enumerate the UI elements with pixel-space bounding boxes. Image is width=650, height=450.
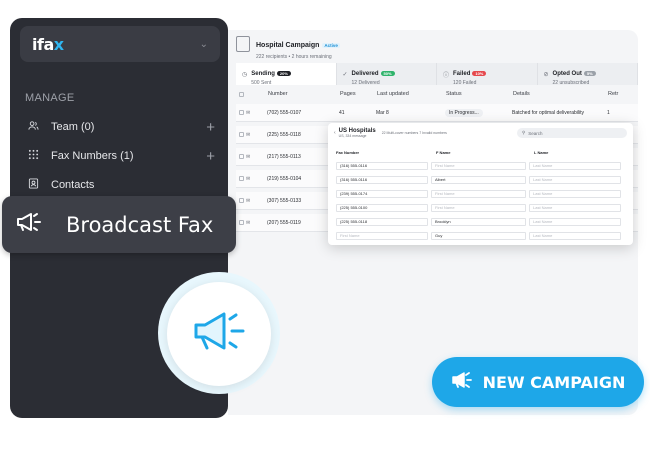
- clock-icon: ◷: [242, 71, 248, 78]
- megaphone-badge: [167, 282, 271, 386]
- sidebar-item-fax-numbers[interactable]: Fax Numbers (1) +: [25, 145, 215, 167]
- list-item[interactable]: (225) 555-0118 Brooklyn Last Name: [336, 216, 628, 227]
- campaign-header: Hospital Campaign Active 222 recipients •…: [236, 34, 340, 60]
- chevron-down-icon[interactable]: ⌄: [200, 39, 208, 50]
- dialog-subtitle: US, 334 message: [338, 134, 367, 138]
- sidebar-item-label: Fax Numbers (1): [51, 150, 134, 162]
- row-checkbox[interactable]: [239, 176, 244, 181]
- status-tabs: ◷ Sending 20% 500 Sent ✓ Delivered 50% 12 De…: [236, 63, 638, 86]
- fax-icon: ✉: [246, 109, 251, 116]
- dialog-header: ‹ US Hospitals US, 334 message 22 Multi-…: [334, 128, 627, 138]
- ifax-logo: ifax: [32, 34, 64, 54]
- status-pill: In Progress...: [445, 108, 483, 117]
- info-icon: ⓘ: [443, 72, 450, 79]
- sidebar-item-label: Contacts: [51, 179, 95, 191]
- opt-out-icon: ⊘: [543, 71, 549, 78]
- campaign-title: Hospital Campaign: [256, 42, 320, 49]
- contacts-icon: [25, 178, 41, 192]
- list-item[interactable]: First Name Guy Last Name: [336, 230, 628, 241]
- list-item[interactable]: (316) 555-0116 Albert Last Name: [336, 174, 628, 185]
- document-icon: [236, 36, 250, 52]
- sidebar-item-contacts[interactable]: Contacts: [25, 174, 215, 196]
- tab-delivered[interactable]: ✓ Delivered 50% 12 Delivered: [336, 63, 437, 86]
- keypad-icon: [25, 149, 41, 163]
- new-campaign-button[interactable]: NEW CAMPAIGN: [432, 357, 644, 407]
- sidebar-item-team[interactable]: Team (0) +: [25, 116, 215, 138]
- sidebar-item-broadcast-fax[interactable]: Broadcast Fax: [2, 196, 236, 253]
- recipient-list-dialog: ‹ US Hospitals US, 334 message 22 Multi-…: [328, 123, 633, 245]
- sidebar-item-label: Team (0): [51, 121, 95, 133]
- list-item[interactable]: (316) 555-0116 First Name Last Name: [336, 160, 628, 171]
- table-row[interactable]: ✉ (702) 555-0107 41 Mar 8 In Progress...…: [236, 104, 638, 122]
- back-icon[interactable]: ‹: [334, 130, 336, 136]
- megaphone-icon: [451, 371, 473, 394]
- section-label-manage: MANAGE: [25, 92, 75, 104]
- tab-badge: 5%: [583, 71, 596, 76]
- fax-icon: ✉: [246, 175, 251, 182]
- check-circle-icon: ✓: [342, 71, 348, 78]
- row-checkbox[interactable]: [239, 198, 244, 203]
- row-checkbox[interactable]: [239, 154, 244, 159]
- row-checkbox[interactable]: [239, 110, 244, 115]
- tab-failed[interactable]: ⓘ Failed 10% 120 Failed: [437, 63, 538, 86]
- team-icon: [25, 120, 41, 134]
- add-fax-number-icon[interactable]: +: [206, 148, 215, 165]
- tab-sending[interactable]: ◷ Sending 20% 500 Sent: [236, 63, 337, 86]
- campaign-subtitle: 222 recipients • 2 hours remaining: [256, 54, 332, 60]
- workspace-switcher[interactable]: ifax ⌄: [20, 26, 220, 62]
- fax-icon: ✉: [246, 219, 251, 226]
- dialog-note: 22 Multi-cover numbers 7 Invalid numbers: [381, 131, 447, 135]
- add-team-icon[interactable]: +: [206, 119, 215, 136]
- tab-badge: 10%: [472, 71, 487, 76]
- megaphone-icon: [190, 309, 248, 360]
- fax-icon: ✉: [246, 197, 251, 204]
- sidebar-item-label: Broadcast Fax: [66, 212, 214, 237]
- select-all-checkbox[interactable]: [239, 91, 244, 97]
- row-checkbox[interactable]: [239, 220, 244, 225]
- fax-icon: ✉: [246, 153, 251, 160]
- new-campaign-label: NEW CAMPAIGN: [482, 372, 626, 392]
- list-item[interactable]: (225) 555-0100 First Name Last Name: [336, 202, 628, 213]
- table-header: Number Pages Last updated Status Details…: [236, 88, 638, 100]
- list-item[interactable]: (239) 555-0174 First Name Last Name: [336, 188, 628, 199]
- tab-badge: 20%: [276, 71, 291, 76]
- dialog-columns: Fax Number F Name L Name: [336, 150, 549, 155]
- tab-badge: 50%: [380, 71, 395, 76]
- status-badge: Active: [322, 43, 340, 48]
- tab-opted-out[interactable]: ⊘ Opted Out 5% 22 unsubscribed: [537, 63, 638, 86]
- fax-icon: ✉: [246, 131, 251, 138]
- megaphone-icon: [14, 210, 42, 239]
- row-checkbox[interactable]: [239, 132, 244, 137]
- search-input[interactable]: ⚲ Search: [517, 128, 627, 138]
- search-icon: ⚲: [522, 130, 526, 135]
